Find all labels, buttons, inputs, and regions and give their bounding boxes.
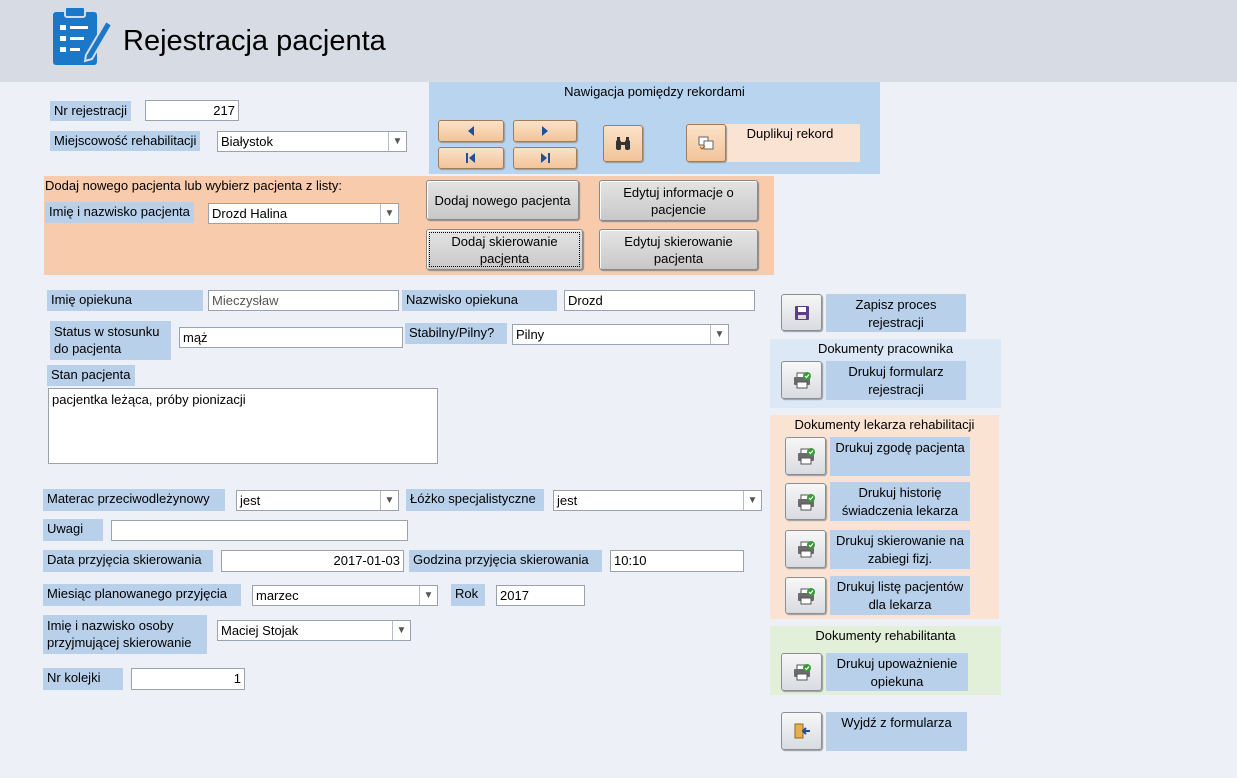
patient-prompt: Dodaj nowego pacjenta lub wybierz pacjen… <box>45 178 343 193</box>
miejscowosc-label: Miejscowość rehabilitacji <box>50 131 201 151</box>
save-button[interactable] <box>781 294 822 331</box>
patient-name-combo[interactable]: Drozd Halina ▼ <box>208 203 399 224</box>
printer-icon <box>797 493 815 510</box>
guardian-last-field[interactable]: Drozd <box>564 290 755 311</box>
bed-label: Łóżko specjalistyczne <box>406 489 544 511</box>
miejscowosc-combo[interactable]: Białystok ▼ <box>217 131 407 152</box>
last-record-button[interactable] <box>513 147 577 169</box>
print-authorization-button[interactable] <box>781 653 822 691</box>
month-label: Miesiąc planowanego przyjęcia <box>43 584 241 606</box>
chevron-down-icon[interactable]: ▼ <box>380 491 398 510</box>
edit-referral-button[interactable]: Edytuj skierowanie pacjenta <box>599 229 758 270</box>
triangle-right-icon <box>542 126 548 136</box>
hour-label: Godzina przyjęcia skierowania <box>409 550 602 572</box>
bed-combo[interactable]: jest ▼ <box>553 490 762 511</box>
print-consent-button[interactable] <box>785 437 826 475</box>
date-field[interactable]: 2017-01-03 <box>221 550 404 572</box>
prev-record-button[interactable] <box>438 120 504 142</box>
notes-field[interactable] <box>111 520 408 541</box>
nr-rejestracji-field[interactable]: 217 <box>145 100 239 121</box>
next-record-button[interactable] <box>513 120 577 142</box>
queue-field[interactable]: 1 <box>131 668 245 690</box>
mattress-label: Materac przeciwodleżynowy <box>43 489 225 511</box>
print-registration-label: Drukuj formularz rejestracji <box>826 361 966 400</box>
date-label: Data przyjęcia skierowania <box>43 550 213 572</box>
queue-label: Nr kolejki <box>43 668 123 690</box>
mattress-value: jest <box>240 493 261 508</box>
first-record-button[interactable] <box>438 147 504 169</box>
print-list-label: Drukuj listę pacjentów dla lekarza <box>830 576 970 615</box>
print-consent-label: Drukuj zgodę pacjenta <box>830 437 970 476</box>
print-history-label: Drukuj historię świadczenia lekarza <box>830 482 970 521</box>
printer-icon <box>793 372 811 389</box>
nav-title: Nawigacja pomiędzy rekordami <box>564 84 745 99</box>
add-referral-button[interactable]: Dodaj skierowanie pacjenta <box>426 229 583 270</box>
add-patient-button[interactable]: Dodaj nowego pacjenta <box>426 180 579 220</box>
rehab-docs-title: Dokumenty rehabilitanta <box>815 628 956 643</box>
patient-name-value: Drozd Halina <box>212 206 288 221</box>
duplicate-record-button[interactable] <box>686 124 726 162</box>
notes-label: Uwagi <box>43 519 103 541</box>
edit-patient-info-button[interactable]: Edytuj informacje o pacjencie <box>599 180 758 221</box>
printer-icon <box>797 587 815 604</box>
print-registration-button[interactable] <box>781 361 822 399</box>
guardian-last-label: Nazwisko opiekuna <box>402 290 557 311</box>
print-list-button[interactable] <box>785 577 826 614</box>
floppy-disk-icon <box>794 305 809 320</box>
status-label: Status w stosunku do pacjenta <box>50 321 171 360</box>
exit-door-icon <box>794 723 810 739</box>
duplicate-icon <box>698 136 714 150</box>
stable-value: Pilny <box>516 327 545 342</box>
receiver-label: Imię i nazwisko osoby przyjmującej skier… <box>43 615 207 654</box>
chevron-down-icon[interactable]: ▼ <box>380 204 398 223</box>
stable-combo[interactable]: Pilny ▼ <box>512 324 729 345</box>
doctor-docs-title: Dokumenty lekarza rehabilitacji <box>794 417 975 432</box>
last-record-icon <box>541 153 550 163</box>
year-field[interactable]: 2017 <box>496 585 585 606</box>
receiver-value: Maciej Stojak <box>221 623 299 638</box>
find-record-button[interactable] <box>603 125 643 162</box>
print-history-button[interactable] <box>785 483 826 520</box>
printer-icon <box>793 664 811 681</box>
first-record-icon <box>466 153 475 163</box>
triangle-left-icon <box>468 126 474 136</box>
nr-rejestracji-label: Nr rejestracji <box>50 101 131 121</box>
month-combo[interactable]: marzec ▼ <box>252 585 438 606</box>
chevron-down-icon[interactable]: ▼ <box>392 621 410 640</box>
bed-value: jest <box>557 493 578 508</box>
patient-name-label: Imię i nazwisko pacjenta <box>45 202 194 223</box>
guardian-first-field[interactable]: Mieczysław <box>208 290 399 311</box>
chevron-down-icon[interactable]: ▼ <box>710 325 728 344</box>
print-authorization-label: Drukuj upoważnienie opiekuna <box>826 653 968 691</box>
printer-icon <box>797 541 815 558</box>
hour-field[interactable]: 10:10 <box>610 550 744 572</box>
exit-button[interactable] <box>781 712 822 750</box>
month-value: marzec <box>256 588 299 603</box>
condition-textarea[interactable]: pacjentka leżąca, próby pionizacji <box>48 388 438 464</box>
clipboard-pen-icon <box>50 3 114 67</box>
status-field[interactable]: mąż <box>179 327 403 348</box>
receiver-combo[interactable]: Maciej Stojak ▼ <box>217 620 411 641</box>
binoculars-icon <box>616 136 630 150</box>
printer-icon <box>797 448 815 465</box>
chevron-down-icon[interactable]: ▼ <box>388 132 406 151</box>
print-referral-label: Drukuj skierowanie na zabiegi fizj. <box>830 530 970 569</box>
mattress-combo[interactable]: jest ▼ <box>236 490 399 511</box>
duplicate-record-label: Duplikuj rekord <box>746 126 834 141</box>
guardian-first-label: Imię opiekuna <box>47 290 203 311</box>
save-label: Zapisz proces rejestracji <box>826 294 966 332</box>
stable-label: Stabilny/Pilny? <box>405 323 507 344</box>
miejscowosc-value: Białystok <box>221 134 274 149</box>
year-label: Rok <box>451 584 485 606</box>
condition-label: Stan pacjenta <box>47 365 135 386</box>
chevron-down-icon[interactable]: ▼ <box>419 586 437 605</box>
print-referral-button[interactable] <box>785 530 826 568</box>
page-title: Rejestracja pacjenta <box>123 25 386 57</box>
exit-label: Wyjdź z formularza <box>826 712 967 751</box>
chevron-down-icon[interactable]: ▼ <box>743 491 761 510</box>
staff-docs-title: Dokumenty pracownika <box>817 341 954 356</box>
